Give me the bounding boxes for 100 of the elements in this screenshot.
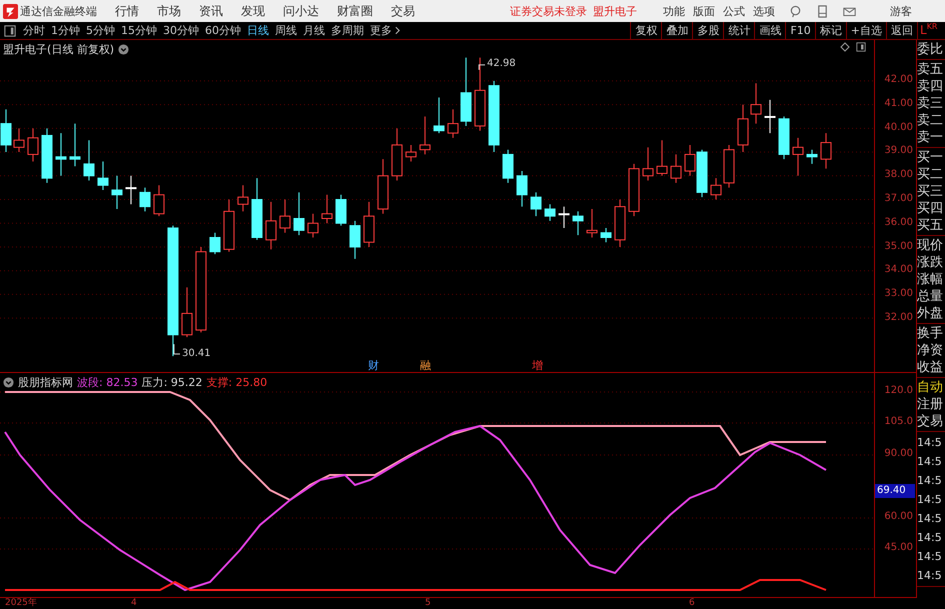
candlestick xyxy=(806,149,818,164)
event-marker[interactable]: 融 xyxy=(420,358,431,373)
quote-field-label: 现价 xyxy=(917,237,944,254)
stock-code: KR xyxy=(926,22,938,31)
menu-item[interactable]: 财富圈 xyxy=(337,2,373,20)
candlestick xyxy=(70,123,80,167)
candlestick xyxy=(544,204,556,222)
period-tab[interactable]: 多周期 xyxy=(328,22,367,38)
axis-label: 40.00 xyxy=(884,122,913,133)
chevron-down-icon[interactable] xyxy=(118,44,130,55)
leader-line xyxy=(174,344,180,355)
high-price-label: 42.98 xyxy=(487,58,516,69)
quote-field-label: 买三 xyxy=(917,183,944,200)
quote-field-label: 卖四 xyxy=(917,78,944,95)
quote-field-label: 买二 xyxy=(917,166,944,183)
candlestick xyxy=(586,208,598,238)
panel-toggle-icon[interactable] xyxy=(856,42,866,52)
more-button[interactable]: 更多 xyxy=(367,22,395,38)
event-marker[interactable]: 增 xyxy=(532,358,543,373)
quote-field-label: 换手 xyxy=(917,325,944,342)
quote-field-label: 净资 xyxy=(917,342,944,359)
quote-field-label: 卖一 xyxy=(917,129,944,146)
quote-field-label: 买五 xyxy=(917,217,944,234)
axis-label: 90.00 xyxy=(884,448,913,459)
quote-field-label: 卖五 xyxy=(917,61,944,78)
candlestick xyxy=(56,132,66,176)
quote-field-label: 买四 xyxy=(917,200,944,217)
quote-field-label: 14:5 xyxy=(917,568,943,584)
axis-label: 36.00 xyxy=(884,216,913,228)
candlestick xyxy=(84,140,94,182)
login-status[interactable]: 证券交易未登录 xyxy=(510,4,587,18)
candlestick xyxy=(294,192,304,236)
menu-item[interactable]: 市场 xyxy=(157,2,181,20)
quote-field-label: 14:5 xyxy=(917,454,943,470)
menu-item[interactable]: 版面 xyxy=(693,4,715,18)
candlestick xyxy=(710,178,722,200)
period-tab[interactable]: 60分钟 xyxy=(202,22,244,38)
menu-item[interactable]: 问小达 xyxy=(283,2,319,20)
chevron-down-icon[interactable] xyxy=(3,377,14,388)
chevron-right-icon[interactable] xyxy=(395,26,400,35)
axis-label: 120.0 xyxy=(884,385,913,396)
candlestick xyxy=(364,201,374,248)
candlestick xyxy=(628,163,640,217)
user-name[interactable]: 游客 xyxy=(890,4,912,18)
quote-field-label: 涨跌 xyxy=(917,254,944,271)
period-tab[interactable]: 分时 xyxy=(20,22,48,38)
candlestick xyxy=(670,154,682,184)
menu-item[interactable]: 交易 xyxy=(391,2,415,20)
app-logo-icon xyxy=(3,4,18,18)
period-tab[interactable]: 周线 xyxy=(272,22,300,38)
quote-field-label: 14:5 xyxy=(917,549,943,565)
period-tab[interactable]: 15分钟 xyxy=(118,22,160,38)
period-tab[interactable]: 30分钟 xyxy=(160,22,202,38)
period-tab[interactable]: 1分钟 xyxy=(48,22,83,38)
axis-label: 45.00 xyxy=(884,542,913,553)
quote-field-label: 14:5 xyxy=(917,435,943,451)
candlestick xyxy=(572,210,584,236)
axis-label: 34.00 xyxy=(884,264,913,276)
menu-item[interactable]: 发现 xyxy=(241,2,265,20)
quote-field-label: 交易 xyxy=(917,413,944,430)
panel-toggle-icon[interactable] xyxy=(4,24,16,36)
candlestick xyxy=(448,108,458,138)
candlestick xyxy=(558,206,570,228)
axis-label: 4 xyxy=(131,598,137,609)
candlestick xyxy=(280,199,290,234)
current-value-label: 69.40 xyxy=(875,484,915,498)
axis-label: 60.00 xyxy=(884,511,913,522)
candlestick xyxy=(322,194,332,224)
menu-item[interactable]: 行情 xyxy=(115,2,139,20)
quote-field-label: 委比 xyxy=(917,41,944,58)
indicator-name[interactable]: 股朋指标网 xyxy=(18,375,73,390)
candlestick xyxy=(516,170,528,208)
stock-name: 盟升电子 xyxy=(593,4,637,18)
candlestick xyxy=(642,146,654,182)
candlestick xyxy=(112,175,122,210)
candlestick xyxy=(460,57,472,126)
axis-label: 6 xyxy=(689,598,695,609)
event-marker[interactable]: 财 xyxy=(368,358,379,373)
axis-label: 105.0 xyxy=(884,416,913,427)
candlestick xyxy=(154,184,164,217)
axis-label: 35.00 xyxy=(884,240,913,252)
candlestick xyxy=(126,175,136,205)
quote-field-label: 外盘 xyxy=(917,305,944,322)
chat-bubble-icon[interactable] xyxy=(789,4,802,18)
menu-item[interactable]: 选项 xyxy=(753,4,775,18)
candlestick xyxy=(420,116,430,155)
candlestick xyxy=(28,128,38,162)
menu-item[interactable]: 公式 xyxy=(723,4,745,18)
period-tab[interactable]: 日线 xyxy=(244,22,272,38)
axis-label: 38.00 xyxy=(884,169,913,180)
period-tab[interactable]: 5分钟 xyxy=(83,22,118,38)
candlestick xyxy=(336,194,346,226)
menu-item[interactable]: 资讯 xyxy=(199,2,223,20)
diamond-icon[interactable] xyxy=(840,42,850,52)
phone-icon[interactable] xyxy=(816,4,829,18)
candlestick xyxy=(266,201,276,250)
menu-item[interactable]: 功能 xyxy=(663,4,685,18)
period-tab[interactable]: 月线 xyxy=(300,22,328,38)
candlestick xyxy=(238,184,248,212)
quote-field-label: 自动 xyxy=(917,379,944,396)
